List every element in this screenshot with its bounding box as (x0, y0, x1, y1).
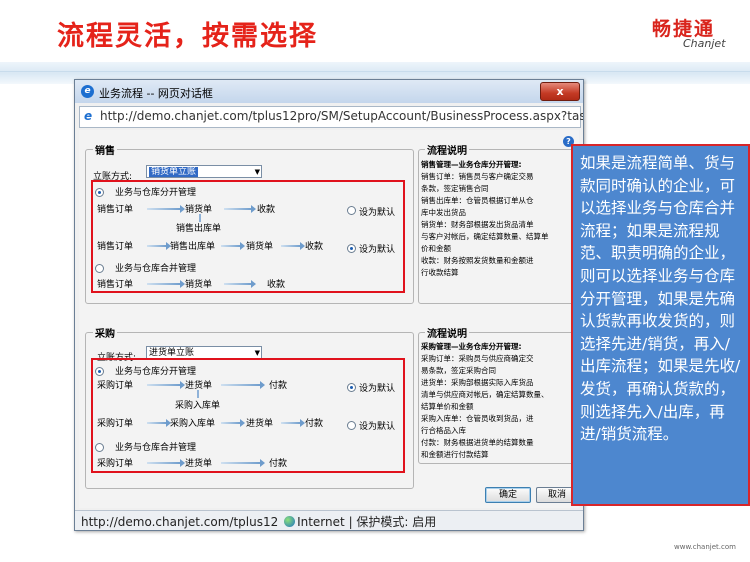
purchase-desc-legend: 流程说明 (425, 325, 469, 340)
sales-method-value: 销货单立账 (149, 167, 199, 177)
purchase-desc-line: 采购入库单：仓管员收到货品，进 (421, 414, 534, 423)
ok-button[interactable]: 确定 (485, 487, 531, 503)
dialog-content: ? 销售 立账方式: 销货单立账 ▼ 业务与仓库分开管理 销售订单 销货单 收款… (79, 130, 580, 508)
purchase-highlight-box (91, 358, 405, 473)
purchase-desc-line: 易条款，签定采购合同 (421, 366, 496, 375)
globe-icon (284, 516, 296, 527)
close-button[interactable]: x (540, 82, 580, 101)
sales-desc-line: 条款，签定销售合同 (421, 184, 489, 193)
sales-desc-legend: 流程说明 (425, 142, 469, 157)
slide-title: 流程灵活，按需选择 (57, 21, 318, 52)
purchase-desc-heading: 采购管理—业务仓库分开管理: (421, 342, 522, 351)
sales-desc-line: 销售出库单：仓管员根据订单从仓 (421, 196, 534, 205)
brand-logo-subtext: Chanjet (683, 37, 726, 50)
sales-desc-line: 销货单：财务部根据发出货品清单 (421, 220, 534, 229)
purchase-desc-line: 和金额进行付款结算 (421, 450, 489, 459)
purchase-desc-line: 付款：财务根据进货单的结算数量 (421, 438, 534, 447)
window-titlebar[interactable]: e 业务流程 -- 网页对话框 x (75, 80, 583, 103)
address-bar[interactable]: e http://demo.chanjet.com/tplus12pro/SM/… (79, 106, 584, 128)
ie-app-icon: e (81, 85, 94, 98)
purchase-method-value: 进货单立账 (149, 348, 195, 358)
status-bar: http://demo.chanjet.com/tplus12 Internet… (75, 510, 583, 530)
purchase-legend: 采购 (93, 325, 117, 340)
sales-legend: 销售 (93, 142, 117, 157)
purchase-desc-line: 进货单：采购部根据实际入库货品 (421, 378, 534, 387)
sales-desc-heading: 销售管理—业务仓库分开管理: (421, 160, 522, 169)
status-zone: Internet (297, 515, 345, 529)
address-url: http://demo.chanjet.com/tplus12pro/SM/Se… (100, 109, 584, 123)
explanation-callout: 如果是流程简单、货与款同时确认的企业，可以选择业务与仓库合并流程；如果是流程规范… (571, 144, 750, 506)
dialog-window: e 业务流程 -- 网页对话框 x e http://demo.chanjet.… (74, 79, 584, 531)
purchase-desc-line: 行合格品入库 (421, 426, 466, 435)
chevron-down-icon: ▼ (254, 168, 260, 176)
sales-desc-line: 销售订单：销售员与客户确定交易 (421, 172, 534, 181)
status-protected-mode: | 保护模式: 启用 (348, 515, 437, 529)
purchase-desc-line: 结算单价和金额 (421, 402, 474, 411)
purchase-desc-line: 采购订单：采购员与供应商确定交 (421, 354, 534, 363)
window-title: 业务流程 -- 网页对话框 (99, 87, 213, 100)
sales-desc-line: 与客户对帐后，确定结算数量、结算单 (421, 232, 549, 241)
purchase-desc-line: 清单与供应商对帐后，确定结算数量、 (421, 390, 549, 399)
sales-desc-line: 价和金额 (421, 244, 451, 253)
status-url: http://demo.chanjet.com/tplus12 (81, 515, 279, 529)
sales-method-select[interactable]: 销货单立账 ▼ (146, 165, 262, 178)
status-text: http://demo.chanjet.com/tplus12 Internet… (81, 513, 436, 530)
sales-desc-line: 行收款结算 (421, 268, 459, 277)
sales-desc-line: 库中发出货品 (421, 208, 466, 217)
callout-text: 如果是流程简单、货与款同时确认的企业，可以选择业务与仓库合并流程；如果是流程规范… (580, 154, 741, 444)
sales-desc-line: 收款：财务按照发货数量和金额进 (421, 256, 534, 265)
page-icon: e (84, 109, 93, 123)
sales-highlight-box (91, 180, 405, 293)
footer-url: www.chanjet.com (674, 543, 736, 551)
